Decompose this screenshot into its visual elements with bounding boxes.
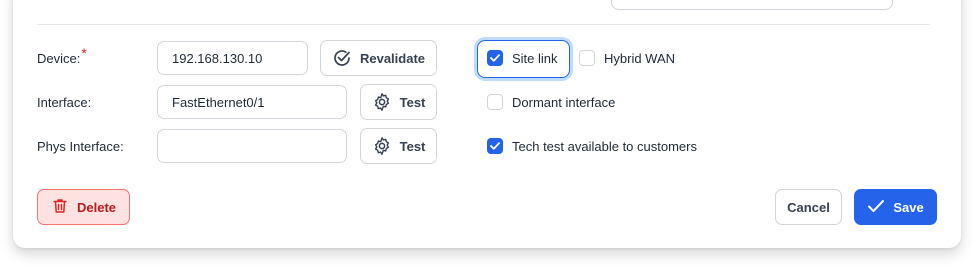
- trash-icon: [51, 197, 69, 218]
- tech-test-checkbox[interactable]: Tech test available to customers: [487, 138, 697, 154]
- site-link-checkbox[interactable]: Site link: [487, 50, 558, 66]
- checkmark-icon: [487, 50, 503, 66]
- interface-test-button[interactable]: Test: [360, 84, 437, 120]
- interface-input[interactable]: [157, 85, 347, 119]
- check-circle-icon: [332, 48, 352, 68]
- top-field-partial[interactable]: [611, 0, 893, 10]
- delete-label: Delete: [76, 199, 117, 215]
- section-divider: [37, 24, 930, 25]
- cancel-button[interactable]: Cancel: [775, 189, 842, 225]
- phys-interface-test-button[interactable]: Test: [360, 128, 437, 164]
- cancel-label: Cancel: [787, 199, 830, 215]
- hybrid-wan-checkbox[interactable]: Hybrid WAN: [579, 50, 675, 66]
- save-label: Save: [893, 199, 924, 215]
- check-icon: [867, 199, 885, 216]
- gear-icon: [372, 136, 392, 156]
- phys-interface-input[interactable]: [157, 129, 347, 163]
- revalidate-button[interactable]: Revalidate: [320, 40, 437, 76]
- hybrid-wan-label: Hybrid WAN: [604, 50, 676, 66]
- dormant-interface-label: Dormant interface: [512, 94, 616, 110]
- phys-interface-label: Phys Interface:: [37, 139, 124, 154]
- save-button[interactable]: Save: [854, 189, 937, 225]
- dormant-interface-checkbox[interactable]: Dormant interface: [487, 94, 615, 110]
- phys-interface-test-label: Test: [399, 138, 426, 154]
- gear-icon: [372, 92, 392, 112]
- checkbox-empty-icon: [579, 50, 595, 66]
- interface-label: Interface:: [37, 95, 92, 110]
- checkmark-icon: [487, 138, 503, 154]
- device-input[interactable]: [157, 41, 308, 75]
- device-label: Device:*: [37, 45, 87, 66]
- delete-button[interactable]: Delete: [37, 189, 130, 225]
- site-link-label: Site link: [512, 50, 558, 66]
- checkbox-empty-icon: [487, 94, 503, 110]
- interface-test-label: Test: [399, 94, 426, 110]
- revalidate-label: Revalidate: [359, 50, 426, 66]
- device-label-text: Device:: [37, 51, 81, 66]
- required-marker: *: [81, 45, 87, 61]
- tech-test-label: Tech test available to customers: [512, 138, 697, 154]
